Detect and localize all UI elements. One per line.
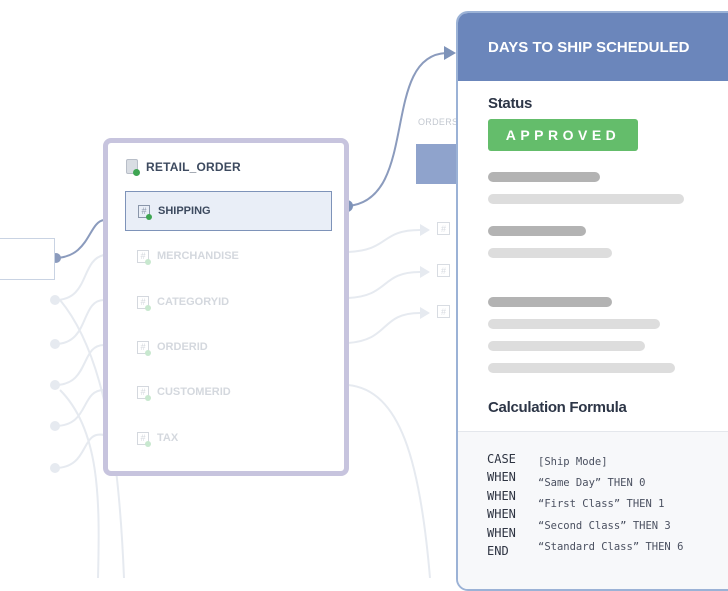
formula-clause: “Standard Class” THEN 6 [538, 541, 684, 553]
file-icon [126, 159, 140, 176]
placeholder-line [488, 226, 586, 236]
field-row-customerid[interactable]: # CUSTOMERID [125, 373, 332, 411]
panel-header: DAYS TO SHIP SCHEDULED [458, 13, 728, 81]
orders-node[interactable] [416, 144, 460, 184]
formula-keyword: WHEN [487, 489, 516, 503]
table-header: RETAIL_ORDER [126, 159, 241, 176]
formula-label: Calculation Formula [488, 399, 627, 416]
hash-icon: # [137, 385, 151, 401]
formula-keyword: END [487, 544, 509, 558]
status-badge: APPROVED [488, 119, 638, 151]
field-label: MERCHANDISE [157, 250, 239, 262]
hash-icon: # [137, 340, 151, 356]
panel-title: DAYS TO SHIP SCHEDULED [488, 38, 690, 56]
field-label: TAX [157, 432, 179, 444]
formula-keyword: CASE [487, 452, 516, 466]
placeholder-line [488, 248, 612, 258]
status-label: Status [488, 95, 533, 112]
hash-icon: # [137, 249, 151, 265]
hash-icon: # [437, 264, 450, 277]
placeholder-line [488, 297, 612, 307]
field-row-shipping[interactable]: # SHIPPING [125, 191, 332, 231]
formula-clause: “Second Class” THEN 3 [538, 520, 671, 532]
placeholder-line [488, 341, 645, 351]
formula-keyword: WHEN [487, 470, 516, 484]
table-name: RETAIL_ORDER [146, 160, 241, 174]
placeholder-line [488, 363, 675, 373]
placeholder-line [488, 319, 660, 329]
formula-clause: “Same Day” THEN 0 [538, 477, 646, 489]
field-label: SHIPPING [158, 205, 211, 217]
hash-icon: # [137, 295, 151, 311]
hash-icon: # [138, 204, 152, 220]
hash-icon: # [137, 431, 151, 447]
field-row-categoryid[interactable]: # CATEGORYID [125, 283, 332, 321]
field-label: CUSTOMERID [157, 386, 231, 398]
field-row-tax[interactable]: # TAX [125, 419, 332, 457]
calculation-detail-panel: DAYS TO SHIP SCHEDULED Status APPROVED C… [456, 11, 728, 591]
formula-keyword: WHEN [487, 526, 516, 540]
field-row-merchandise[interactable]: # MERCHANDISE [125, 237, 332, 275]
formula-clause: [Ship Mode] [538, 456, 608, 468]
placeholder-line [488, 194, 684, 204]
field-label: ORDERID [157, 341, 208, 353]
hash-icon: # [437, 222, 450, 235]
field-row-orderid[interactable]: # ORDERID [125, 328, 332, 366]
source-node[interactable] [0, 238, 55, 280]
retail-order-table[interactable]: RETAIL_ORDER # SHIPPING # MERCHANDISE # … [103, 138, 349, 476]
field-label: CATEGORYID [157, 296, 230, 308]
orders-label: ORDERS [418, 117, 459, 127]
hash-icon: # [437, 305, 450, 318]
formula-keyword: WHEN [487, 507, 516, 521]
placeholder-line [488, 172, 600, 182]
formula-clause: “First Class” THEN 1 [538, 498, 665, 510]
formula-code-block: CASE WHEN WHEN WHEN WHEN END [Ship Mode]… [458, 431, 728, 589]
